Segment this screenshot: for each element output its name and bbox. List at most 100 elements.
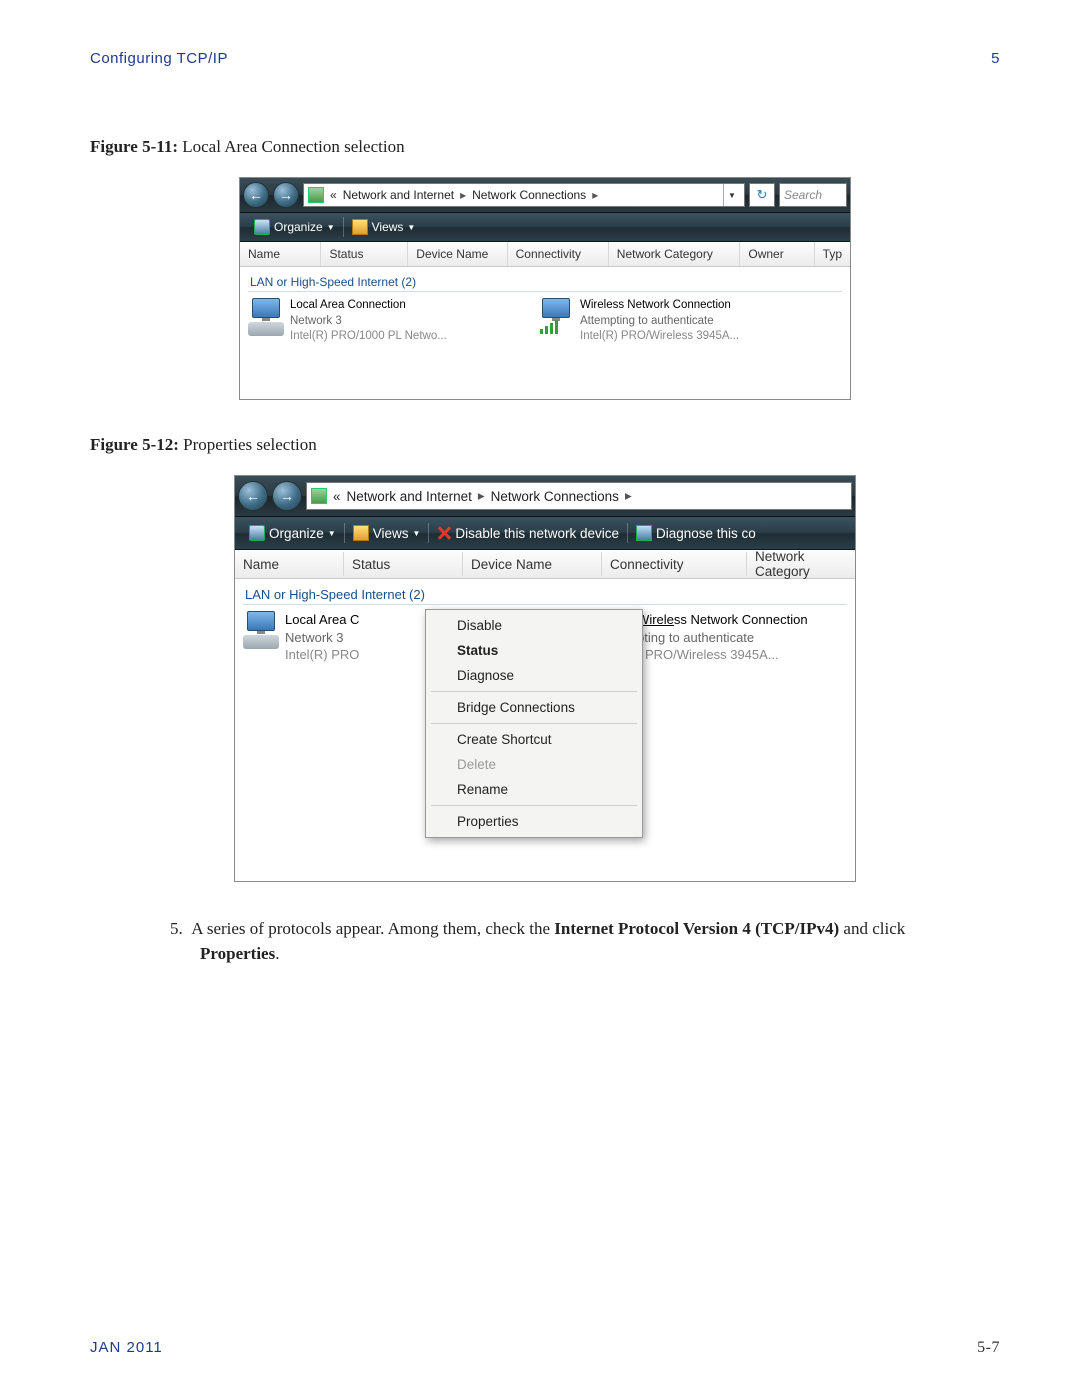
dropdown-icon: ▼ bbox=[327, 223, 335, 232]
connection-name: Local Area Connection bbox=[290, 298, 447, 314]
context-menu: Disable Status Diagnose Bridge Connectio… bbox=[425, 609, 643, 838]
diagnose-button[interactable]: Diagnose this co bbox=[628, 519, 764, 547]
footer-page-number: 5-7 bbox=[977, 1339, 1000, 1357]
breadcrumb-item[interactable]: Network and Internet bbox=[347, 489, 472, 504]
location-icon bbox=[311, 488, 327, 504]
step-text-1: A series of protocols appear. Among them… bbox=[191, 919, 554, 938]
menu-delete: Delete bbox=[429, 752, 639, 777]
organize-label: Organize bbox=[274, 220, 323, 234]
menu-diagnose[interactable]: Diagnose bbox=[429, 663, 639, 688]
explorer-toolbar: Organize ▼ Views ▼ Disable this network … bbox=[235, 517, 855, 550]
breadcrumb-separator-icon: ▸ bbox=[625, 488, 632, 504]
column-status[interactable]: Status bbox=[344, 552, 463, 576]
disable-device-button[interactable]: Disable this network device bbox=[429, 519, 627, 547]
views-menu[interactable]: Views ▼ bbox=[345, 519, 429, 547]
figure-text: Local Area Connection selection bbox=[182, 137, 404, 156]
connection-network: Network 3 bbox=[290, 314, 447, 330]
column-connectivity[interactable]: Connectivity bbox=[602, 552, 747, 576]
column-connectivity[interactable]: Connectivity bbox=[508, 242, 609, 266]
connections-list: LAN or High-Speed Internet (2) Local Are… bbox=[240, 267, 850, 399]
explorer-nav-bar: ← → « Network and Internet ▸ Network Con… bbox=[240, 178, 850, 213]
organize-icon bbox=[254, 219, 270, 235]
breadcrumb-separator-icon: ▸ bbox=[460, 188, 466, 202]
dropdown-icon: ▼ bbox=[328, 529, 336, 538]
page-footer: JAN 2011 5-7 bbox=[90, 1339, 1000, 1357]
wired-connection-icon bbox=[248, 298, 284, 338]
breadcrumb-item[interactable]: Network and Internet bbox=[343, 188, 454, 202]
menu-separator bbox=[431, 805, 637, 806]
disable-icon bbox=[437, 526, 451, 540]
menu-disable[interactable]: Disable bbox=[429, 613, 639, 638]
header-chapter-number: 5 bbox=[991, 50, 1000, 67]
views-icon bbox=[353, 525, 369, 541]
wireless-connection-item[interactable]: Wireless Network Connection pting to aut… bbox=[637, 611, 847, 664]
menu-separator bbox=[431, 691, 637, 692]
footer-date: JAN 2011 bbox=[90, 1339, 163, 1357]
breadcrumb-item[interactable]: Network Connections bbox=[491, 489, 619, 504]
step-bold-2: Properties bbox=[200, 944, 275, 963]
step-text-3: . bbox=[275, 944, 279, 963]
address-bar[interactable]: « Network and Internet ▸ Network Connect… bbox=[303, 183, 745, 207]
breadcrumb-item[interactable]: Network Connections bbox=[472, 188, 586, 202]
column-device-name[interactable]: Device Name bbox=[408, 242, 507, 266]
figure-5-11-caption: Figure 5-11: Local Area Connection selec… bbox=[90, 137, 1000, 157]
location-icon bbox=[308, 187, 324, 203]
explorer-nav-bar: ← → « Network and Internet ▸ Network Con… bbox=[235, 476, 855, 517]
search-input[interactable]: Search bbox=[779, 183, 847, 207]
group-header[interactable]: LAN or High-Speed Internet (2) bbox=[248, 271, 842, 292]
column-network-category[interactable]: Network Category bbox=[747, 552, 855, 576]
breadcrumb-separator-icon: ▸ bbox=[592, 188, 598, 202]
organize-menu[interactable]: Organize ▼ bbox=[246, 213, 343, 241]
wireless-connection-item[interactable]: Wireless Network Connection Attempting t… bbox=[538, 298, 798, 345]
breadcrumb-chevrons: « bbox=[330, 188, 337, 202]
header-title: Configuring TCP/IP bbox=[90, 50, 228, 67]
back-button[interactable]: ← bbox=[238, 481, 268, 511]
organize-icon bbox=[249, 525, 265, 541]
address-bar[interactable]: « Network and Internet ▸ Network Connect… bbox=[306, 482, 852, 510]
figure-5-12-caption: Figure 5-12: Properties selection bbox=[90, 435, 1000, 455]
back-button[interactable]: ← bbox=[243, 182, 269, 208]
screenshot-network-connections: ← → « Network and Internet ▸ Network Con… bbox=[239, 177, 851, 400]
local-area-connection-item[interactable]: Local Area Connection Network 3 Intel(R)… bbox=[248, 298, 508, 345]
column-device-name[interactable]: Device Name bbox=[463, 552, 602, 576]
connection-device: Intel(R) PRO/1000 PL Netwo... bbox=[290, 329, 447, 345]
column-name[interactable]: Name bbox=[235, 552, 344, 576]
dropdown-icon: ▼ bbox=[407, 223, 415, 232]
instruction-step-5: 5. A series of protocols appear. Among t… bbox=[170, 917, 970, 966]
views-label: Views bbox=[372, 220, 404, 234]
column-status[interactable]: Status bbox=[321, 242, 408, 266]
connection-status: Attempting to authenticate bbox=[580, 314, 739, 330]
connection-status: pting to authenticate bbox=[637, 629, 808, 647]
dropdown-icon: ▼ bbox=[412, 529, 420, 538]
figure-label: Figure 5-12: bbox=[90, 435, 179, 454]
connection-device: Intel(R) PRO bbox=[285, 646, 359, 664]
step-bold-1: Internet Protocol Version 4 (TCP/IPv4) bbox=[554, 919, 839, 938]
menu-bridge-connections[interactable]: Bridge Connections bbox=[429, 695, 639, 720]
column-owner[interactable]: Owner bbox=[740, 242, 814, 266]
organize-menu[interactable]: Organize ▼ bbox=[241, 519, 344, 547]
views-label: Views bbox=[373, 526, 409, 541]
views-menu[interactable]: Views ▼ bbox=[344, 213, 424, 241]
menu-properties[interactable]: Properties bbox=[429, 809, 639, 834]
forward-button[interactable]: → bbox=[273, 182, 299, 208]
menu-status[interactable]: Status bbox=[429, 638, 639, 663]
group-header[interactable]: LAN or High-Speed Internet (2) bbox=[243, 583, 847, 605]
local-area-connection-item[interactable]: Local Area C Network 3 Intel(R) PRO bbox=[243, 611, 405, 664]
column-headers: Name Status Device Name Connectivity Net… bbox=[240, 242, 850, 267]
menu-create-shortcut[interactable]: Create Shortcut bbox=[429, 727, 639, 752]
refresh-button[interactable]: ↻ bbox=[749, 183, 775, 207]
connection-network: Network 3 bbox=[285, 629, 359, 647]
column-name[interactable]: Name bbox=[240, 242, 321, 266]
figure-label: Figure 5-11: bbox=[90, 137, 178, 156]
column-network-category[interactable]: Network Category bbox=[609, 242, 741, 266]
step-number: 5. bbox=[170, 919, 183, 938]
wireless-connection-icon bbox=[538, 298, 574, 338]
menu-separator bbox=[431, 723, 637, 724]
address-dropdown-icon[interactable]: ▼ bbox=[723, 184, 740, 206]
forward-button[interactable]: → bbox=[272, 481, 302, 511]
disable-label: Disable this network device bbox=[455, 526, 619, 541]
breadcrumb-separator-icon: ▸ bbox=[478, 488, 485, 504]
wired-connection-icon bbox=[243, 611, 279, 651]
menu-rename[interactable]: Rename bbox=[429, 777, 639, 802]
column-type[interactable]: Typ bbox=[815, 242, 850, 266]
